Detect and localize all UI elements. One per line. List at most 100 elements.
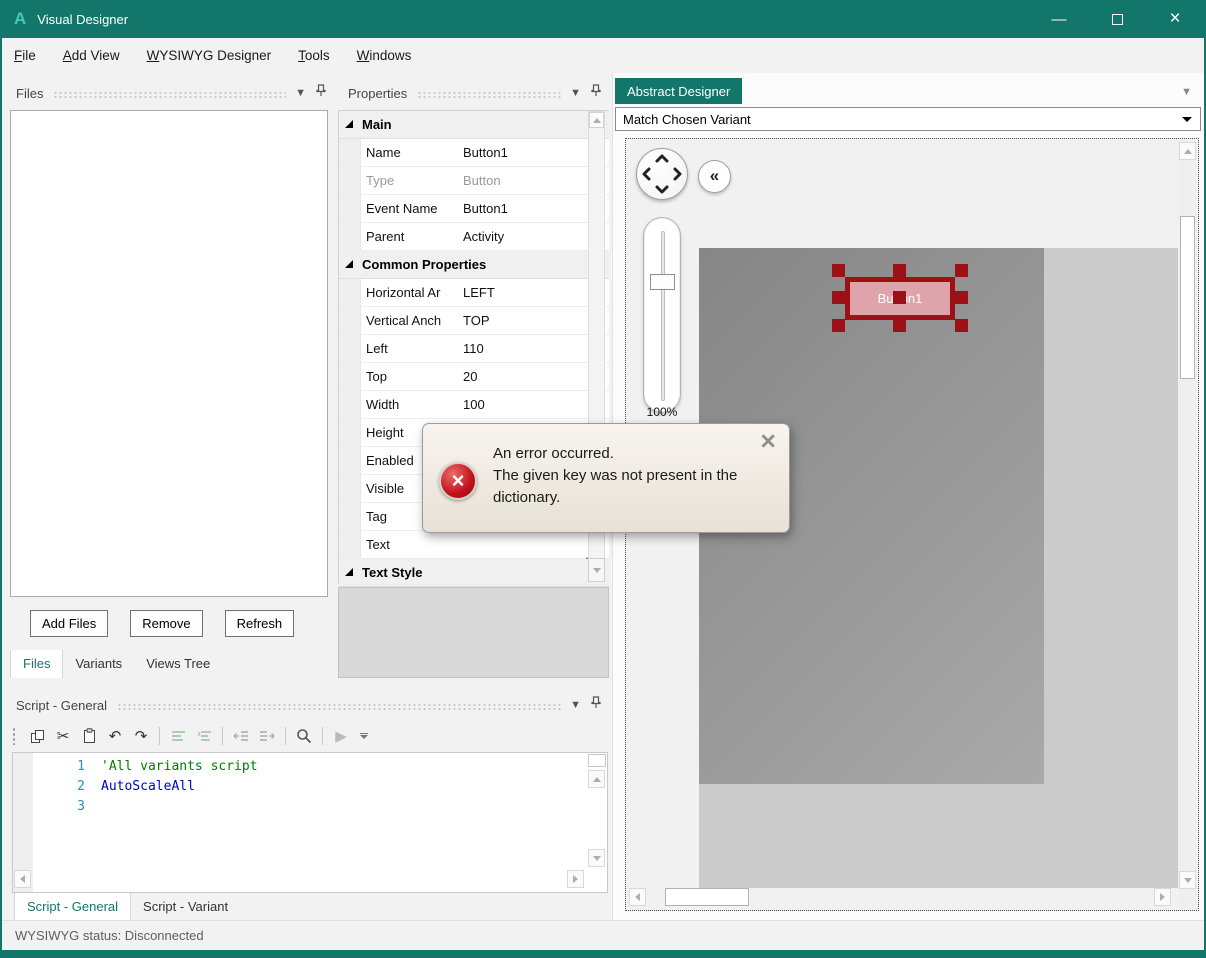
resize-handle-bottom-right[interactable] — [955, 319, 968, 332]
pin-icon[interactable] — [316, 84, 326, 102]
add-files-button[interactable]: Add Files — [30, 610, 109, 637]
panel-menu-caret-icon[interactable]: ▼ — [295, 87, 306, 99]
tab-views-tree[interactable]: Views Tree — [134, 650, 222, 678]
editor-scroll-down-icon[interactable] — [588, 849, 605, 867]
copy-icon[interactable] — [24, 724, 50, 748]
row-gutter — [339, 419, 361, 446]
files-list[interactable] — [10, 110, 328, 597]
resize-handle-middle-right[interactable] — [955, 291, 968, 304]
expander-icon[interactable] — [345, 119, 353, 128]
variant-combo[interactable]: Match Chosen Variant — [615, 107, 1201, 131]
text-style-dropdown-button[interactable] — [588, 558, 605, 582]
toolbar-overflow-icon[interactable] — [360, 732, 368, 740]
pin-icon[interactable] — [591, 84, 601, 102]
cut-icon[interactable]: ✂ — [50, 724, 76, 748]
property-row-vertical-anch[interactable]: Vertical Anch TOP — [339, 307, 609, 335]
uncomment-selection-icon[interactable] — [191, 724, 217, 748]
property-row-width[interactable]: Width 100 — [339, 391, 609, 419]
toolbar-grip-handle[interactable] — [12, 727, 16, 745]
expander-icon[interactable] — [345, 259, 353, 268]
property-value[interactable]: TOP — [461, 313, 609, 328]
tab-script-variant[interactable]: Script - Variant — [131, 893, 240, 921]
script-code-editor[interactable]: 1 2 3 'All variants script AutoScaleAll — [12, 752, 608, 893]
code-line[interactable] — [101, 797, 607, 817]
dialog-close-icon[interactable]: × — [760, 426, 776, 457]
resize-handle-top-middle[interactable] — [893, 264, 906, 277]
property-value[interactable]: Button — [461, 173, 609, 188]
designer-menu-caret-icon[interactable]: ▼ — [1181, 86, 1192, 98]
editor-scroll-left-icon[interactable] — [14, 870, 31, 888]
canvas-scroll-up-icon[interactable] — [1179, 142, 1196, 160]
window-controls: — × — [1030, 0, 1204, 38]
editor-splitter-box[interactable] — [588, 754, 606, 767]
property-row-type[interactable]: Type Button — [339, 167, 609, 195]
panel-menu-caret-icon[interactable]: ▼ — [570, 699, 581, 711]
property-value[interactable]: Button1 — [461, 201, 609, 216]
menu-item-tools[interactable]: Tools — [298, 48, 330, 63]
property-row-text[interactable]: Text... — [339, 531, 609, 562]
property-row-parent[interactable]: Parent Activity — [339, 223, 609, 251]
collapse-controls-button[interactable]: « — [698, 160, 731, 193]
window-title: Visual Designer — [37, 11, 129, 27]
redo-icon[interactable]: ↷ — [128, 724, 154, 748]
property-value[interactable]: 100 — [461, 397, 609, 412]
property-value[interactable]: LEFT — [461, 285, 609, 300]
resize-handle-top-left[interactable] — [832, 264, 845, 277]
scroll-up-icon[interactable] — [589, 112, 604, 128]
editor-scroll-right-icon[interactable] — [567, 870, 584, 888]
property-row-event-name[interactable]: Event Name Button1 — [339, 195, 609, 223]
property-section-main[interactable]: Main — [339, 111, 609, 139]
tab-abstract-designer[interactable]: Abstract Designer — [615, 78, 743, 104]
canvas-scroll-right-icon[interactable] — [1154, 888, 1171, 906]
property-value[interactable]: Button1 — [461, 145, 609, 160]
property-value[interactable]: Activity — [461, 229, 609, 244]
tab-variants[interactable]: Variants — [63, 650, 134, 678]
resize-handle-bottom-left[interactable] — [832, 319, 845, 332]
pin-icon[interactable] — [591, 696, 601, 714]
refresh-button[interactable]: Refresh — [224, 610, 295, 637]
zoom-slider[interactable] — [643, 217, 681, 413]
move-handle-center[interactable] — [893, 291, 906, 304]
menu-item-add-view[interactable]: Add View — [63, 48, 120, 63]
undo-icon[interactable]: ↶ — [102, 724, 128, 748]
panel-menu-caret-icon[interactable]: ▼ — [570, 87, 581, 99]
code-line[interactable]: 'All variants script — [101, 757, 607, 777]
property-value[interactable]: 20 — [461, 369, 609, 384]
code-area[interactable]: 'All variants script AutoScaleAll — [101, 753, 607, 892]
property-row-left[interactable]: Left 110 — [339, 335, 609, 363]
code-line[interactable]: AutoScaleAll — [101, 777, 607, 797]
property-value[interactable]: 110 — [461, 341, 609, 356]
pan-navigation-control[interactable] — [636, 148, 688, 200]
paste-icon[interactable] — [76, 724, 102, 748]
canvas-scroll-down-icon[interactable] — [1179, 871, 1196, 889]
tab-script-general[interactable]: Script - General — [14, 893, 132, 921]
search-icon[interactable] — [291, 724, 317, 748]
property-section-common-properties[interactable]: Common Properties — [339, 251, 609, 279]
menu-item-file[interactable]: File — [14, 48, 36, 63]
resize-handle-middle-left[interactable] — [832, 291, 845, 304]
remove-button[interactable]: Remove — [130, 610, 203, 637]
tab-files[interactable]: Files — [10, 650, 64, 678]
menu-item-wysiwyg-designer[interactable]: WYSIWYG Designer — [147, 48, 272, 63]
decrease-indent-icon[interactable] — [228, 724, 254, 748]
run-script-icon[interactable]: ▶ — [328, 724, 354, 748]
property-row-name[interactable]: Name Button1 — [339, 139, 609, 167]
selected-control-group[interactable]: Button1 — [832, 264, 968, 332]
comment-selection-icon[interactable] — [165, 724, 191, 748]
canvas-vertical-scroll-thumb[interactable] — [1180, 216, 1195, 379]
canvas-scroll-left-icon[interactable] — [629, 888, 646, 906]
maximize-button[interactable] — [1088, 0, 1146, 38]
expander-icon[interactable] — [345, 567, 353, 576]
resize-handle-top-right[interactable] — [955, 264, 968, 277]
increase-indent-icon[interactable] — [254, 724, 280, 748]
menu-item-windows[interactable]: Windows — [357, 48, 412, 63]
close-button[interactable]: × — [1146, 0, 1204, 38]
property-row-horizontal-ar[interactable]: Horizontal Ar LEFT — [339, 279, 609, 307]
zoom-slider-thumb[interactable] — [650, 274, 675, 290]
property-row-top[interactable]: Top 20 — [339, 363, 609, 391]
resize-handle-bottom-middle[interactable] — [893, 319, 906, 332]
minimize-button[interactable]: — — [1030, 0, 1088, 38]
editor-scroll-up-icon[interactable] — [588, 770, 605, 788]
canvas-horizontal-scroll-thumb[interactable] — [665, 888, 749, 906]
property-section-text-style[interactable]: Text Style — [339, 559, 609, 587]
